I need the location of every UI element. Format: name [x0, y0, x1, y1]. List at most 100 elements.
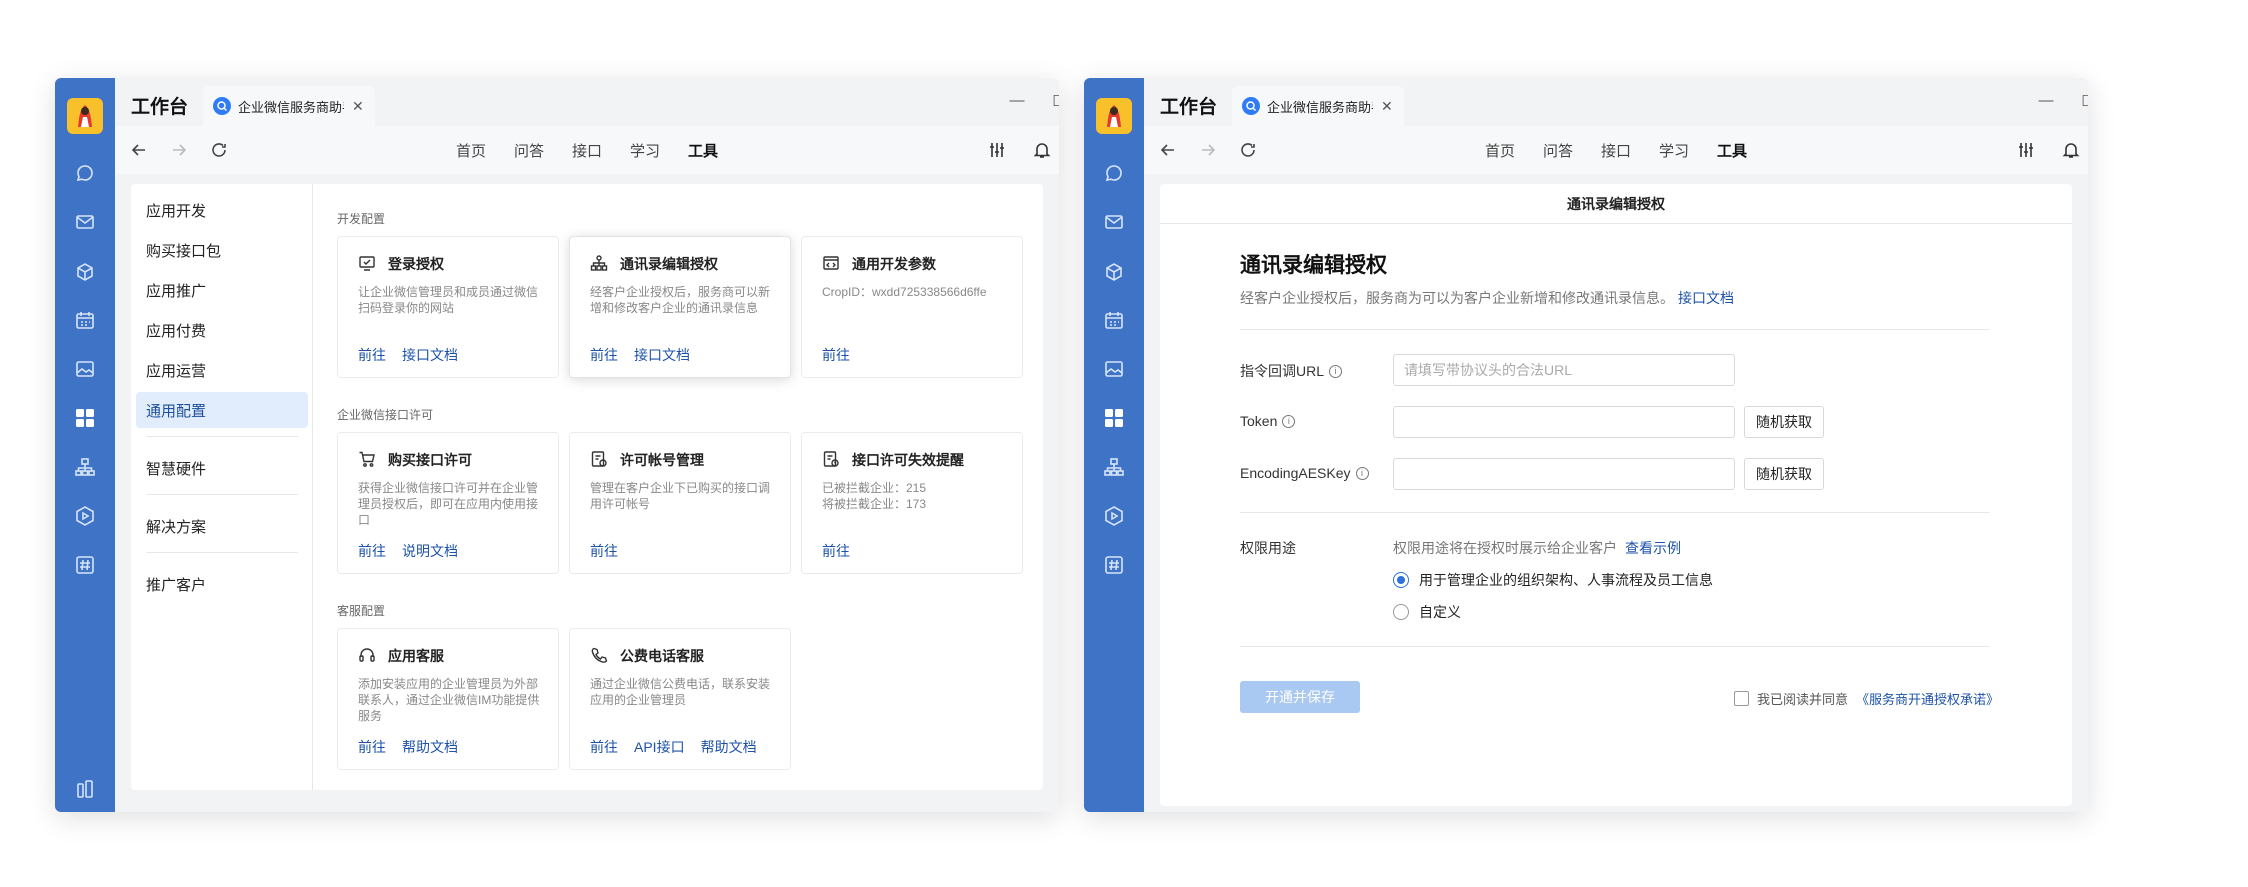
help-doc-link[interactable]: 帮助文档 [402, 737, 458, 757]
avatar[interactable] [67, 98, 103, 134]
card-desc: 管理在客户企业下已购买的接口调用许可帐号 [590, 481, 771, 511]
workbench-icon[interactable] [74, 407, 96, 429]
browser-toolbar: 首页 问答 接口 学习 工具 [1144, 126, 2088, 174]
card-app-service: 应用客服 添加安装应用的企业管理员为外部联系人，通过企业微信IM功能提供服务 前… [337, 628, 559, 770]
go-link[interactable]: 前往 [590, 737, 618, 757]
calendar-icon[interactable] [74, 309, 96, 331]
nav-item-qa[interactable]: 问答 [1543, 140, 1573, 161]
go-link[interactable]: 前往 [358, 541, 386, 561]
channel-icon[interactable] [1103, 554, 1125, 576]
minimize-icon[interactable]: — [1007, 92, 1027, 109]
card-desc: 获得企业微信接口许可并在企业管理员授权后，即可在应用内使用接口 [358, 481, 539, 527]
image-icon[interactable] [1103, 358, 1125, 380]
purpose-option-org[interactable]: 用于管理企业的组织架构、人事流程及员工信息 [1393, 570, 1713, 590]
divider [1240, 329, 1990, 330]
option-label: 自定义 [1419, 604, 1461, 620]
info-icon[interactable]: i [1282, 414, 1296, 428]
card-title: 公费电话客服 [620, 648, 704, 664]
chat-icon[interactable] [1103, 162, 1125, 184]
nav-item-home[interactable]: 首页 [1485, 140, 1515, 161]
aeskey-input[interactable] [1393, 458, 1735, 490]
guide-doc-link[interactable]: 说明文档 [402, 541, 458, 561]
sliders-icon[interactable] [985, 138, 1009, 162]
card-title: 应用客服 [388, 648, 444, 664]
nav-item-api[interactable]: 接口 [572, 140, 602, 161]
token-random-button[interactable]: 随机获取 [1744, 406, 1824, 438]
video-icon[interactable] [74, 505, 96, 527]
nav-item-api[interactable]: 接口 [1601, 140, 1631, 161]
api-doc-link[interactable]: 接口文档 [634, 345, 690, 365]
maximize-icon[interactable]: ☐ [2078, 92, 2088, 110]
go-link[interactable]: 前往 [822, 541, 850, 561]
chat-icon[interactable] [74, 162, 96, 184]
info-icon[interactable]: i [1329, 364, 1343, 378]
purpose-option-custom[interactable]: 自定义 [1393, 602, 1461, 622]
enable-save-button[interactable]: 开通并保存 [1240, 681, 1360, 713]
browser-tab[interactable]: 企业微信服务商助手 ✕ [1232, 86, 1404, 126]
browser-tab[interactable]: 企业微信服务商助手 ✕ [203, 86, 375, 126]
callback-url-input[interactable] [1393, 354, 1735, 386]
card-dev-params: 通用开发参数 CropID：wxdd725338566d6ffe 前往 [801, 236, 1023, 378]
docs-icon[interactable] [1103, 260, 1125, 282]
org-icon[interactable] [74, 456, 96, 478]
nav-item-home[interactable]: 首页 [456, 140, 486, 161]
minimize-icon[interactable]: — [2036, 92, 2056, 109]
go-link[interactable]: 前往 [590, 541, 618, 561]
sidebar-item-app-promo[interactable]: 应用推广 [136, 272, 308, 308]
radio-unchecked[interactable] [1393, 604, 1409, 620]
go-link[interactable]: 前往 [822, 345, 850, 365]
token-input[interactable] [1393, 406, 1735, 438]
section-title: 开发配置 [337, 212, 386, 226]
help-doc-link[interactable]: 帮助文档 [701, 737, 757, 757]
go-link[interactable]: 前往 [590, 345, 618, 365]
card-buy-license: 购买接口许可 获得企业微信接口许可并在企业管理员授权后，即可在应用内使用接口 前… [337, 432, 559, 574]
sidebar-divider [146, 552, 298, 553]
sidebar-item-general-config[interactable]: 通用配置 [136, 392, 308, 428]
video-icon[interactable] [1103, 505, 1125, 527]
sidebar-item-app-dev[interactable]: 应用开发 [136, 192, 308, 228]
sidebar-item-app-ops[interactable]: 应用运营 [136, 352, 308, 388]
avatar[interactable] [1096, 98, 1132, 134]
bell-icon[interactable] [2059, 138, 2083, 162]
phone-icon[interactable] [74, 778, 96, 800]
api-doc-link[interactable]: 接口文档 [1678, 290, 1734, 306]
api-doc-link[interactable]: 接口文档 [402, 345, 458, 365]
calendar-icon[interactable] [1103, 309, 1125, 331]
sidebar-item-solutions[interactable]: 解决方案 [136, 508, 308, 544]
radio-checked[interactable] [1393, 572, 1409, 588]
agree-checkbox[interactable] [1734, 691, 1749, 706]
card-title: 接口许可失效提醒 [852, 452, 964, 468]
contacts-auth-form: 通讯录编辑授权 通讯录编辑授权 经客户企业授权后，服务商为可以为客户企业新增和修… [1160, 184, 2072, 806]
maximize-icon[interactable]: ☐ [1049, 92, 1059, 110]
go-link[interactable]: 前往 [358, 345, 386, 365]
sidebar-item-buy-api[interactable]: 购买接口包 [136, 232, 308, 268]
sidebar-item-app-pay[interactable]: 应用付费 [136, 312, 308, 348]
bell-icon[interactable] [1030, 138, 1054, 162]
tab-close-icon[interactable]: ✕ [1381, 99, 1393, 113]
api-link[interactable]: API接口 [634, 737, 685, 757]
nav-item-tools[interactable]: 工具 [1717, 140, 1747, 161]
sidebar-item-promote-customers[interactable]: 推广客户 [136, 566, 308, 602]
view-example-link[interactable]: 查看示例 [1625, 540, 1681, 556]
info-icon[interactable]: i [1355, 466, 1369, 480]
nav-item-tools[interactable]: 工具 [688, 140, 718, 161]
workbench-icon[interactable] [1103, 407, 1125, 429]
mail-icon[interactable] [74, 211, 96, 233]
agreement-link[interactable]: 《服务商开通授权承诺》 [1856, 689, 1999, 708]
docs-icon[interactable] [74, 260, 96, 282]
mail-icon[interactable] [1103, 211, 1125, 233]
sidebar-item-smart-hardware[interactable]: 智慧硬件 [136, 450, 308, 486]
nav-item-qa[interactable]: 问答 [514, 140, 544, 161]
image-icon[interactable] [74, 358, 96, 380]
sliders-icon[interactable] [2014, 138, 2038, 162]
nav-item-learn[interactable]: 学习 [1659, 140, 1689, 161]
purpose-label: 权限用途 [1240, 540, 1296, 556]
channel-icon[interactable] [74, 554, 96, 576]
org-icon[interactable] [1103, 456, 1125, 478]
go-link[interactable]: 前往 [358, 737, 386, 757]
tab-close-icon[interactable]: ✕ [352, 99, 364, 113]
nav-item-learn[interactable]: 学习 [630, 140, 660, 161]
aeskey-random-button[interactable]: 随机获取 [1744, 458, 1824, 490]
license-alert-icon [823, 451, 839, 467]
card-public-phone-service: 公费电话客服 通过企业微信公费电话，联系安装应用的企业管理员 前往 API接口 … [569, 628, 791, 770]
